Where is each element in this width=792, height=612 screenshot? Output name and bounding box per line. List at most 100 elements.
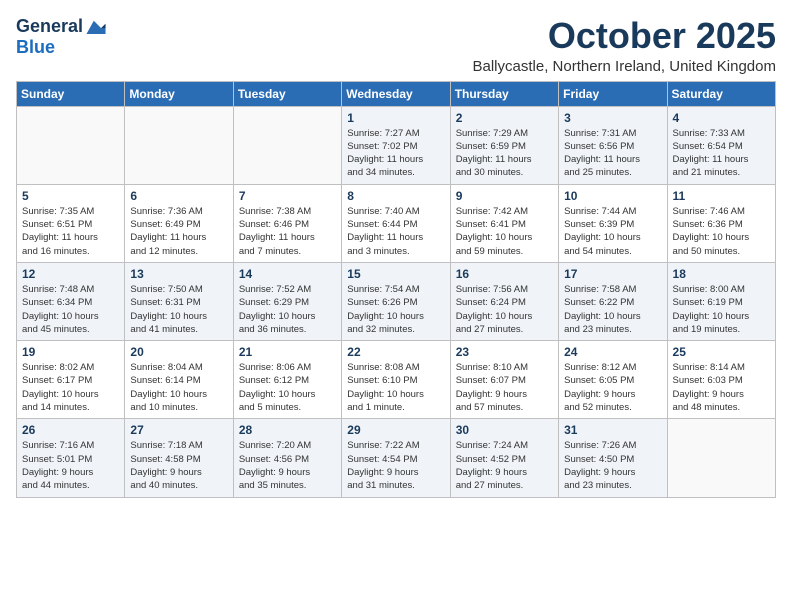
day-info-21: Sunrise: 8:06 AM Sunset: 6:12 PM Dayligh… (239, 361, 336, 414)
day-number-1: 1 (347, 111, 444, 125)
day-number-24: 24 (564, 345, 661, 359)
header-monday: Monday (125, 81, 233, 106)
day-number-23: 23 (456, 345, 553, 359)
calendar-cell-w2-d4: 8 Sunrise: 7:40 AM Sunset: 6:44 PM Daylig… (342, 184, 450, 262)
day-info-8: Sunrise: 7:40 AM Sunset: 6:44 PM Dayligh… (347, 205, 444, 258)
calendar-cell-w1-d6: 3 Sunrise: 7:31 AM Sunset: 6:56 PM Daylig… (559, 106, 667, 184)
day-info-20: Sunrise: 8:04 AM Sunset: 6:14 PM Dayligh… (130, 361, 227, 414)
logo-icon (85, 16, 107, 38)
day-info-14: Sunrise: 7:52 AM Sunset: 6:29 PM Dayligh… (239, 283, 336, 336)
day-number-16: 16 (456, 267, 553, 281)
day-info-9: Sunrise: 7:42 AM Sunset: 6:41 PM Dayligh… (456, 205, 553, 258)
day-number-21: 21 (239, 345, 336, 359)
day-number-26: 26 (22, 423, 119, 437)
day-number-10: 10 (564, 189, 661, 203)
calendar-cell-w5-d1: 26 Sunrise: 7:16 AM Sunset: 5:01 PM Dayli… (17, 419, 125, 497)
calendar-cell-w4-d1: 19Sunrise: 8:02 AM Sunset: 6:17 PM Dayli… (17, 341, 125, 419)
day-info-16: Sunrise: 7:56 AM Sunset: 6:24 PM Dayligh… (456, 283, 553, 336)
page-container: General Blue October 2025 Ballycastle, N… (16, 16, 776, 498)
day-info-31: Sunrise: 7:26 AM Sunset: 4:50 PM Dayligh… (564, 439, 661, 492)
day-number-3: 3 (564, 111, 661, 125)
day-number-27: 27 (130, 423, 227, 437)
logo: General Blue (16, 16, 107, 58)
calendar-cell-w5-d3: 28 Sunrise: 7:20 AM Sunset: 4:56 PM Dayli… (233, 419, 341, 497)
calendar-cell-w3-d5: 16 Sunrise: 7:56 AM Sunset: 6:24 PM Dayli… (450, 262, 558, 340)
calendar-cell-w1-d1 (17, 106, 125, 184)
calendar-cell-w2-d3: 7Sunrise: 7:38 AM Sunset: 6:46 PM Daylig… (233, 184, 341, 262)
calendar-cell-w2-d7: 11Sunrise: 7:46 AM Sunset: 6:36 PM Dayli… (667, 184, 775, 262)
calendar-cell-w4-d7: 25 Sunrise: 8:14 AM Sunset: 6:03 PM Dayli… (667, 341, 775, 419)
day-info-22: Sunrise: 8:08 AM Sunset: 6:10 PM Dayligh… (347, 361, 444, 414)
day-info-11: Sunrise: 7:46 AM Sunset: 6:36 PM Dayligh… (673, 205, 770, 258)
day-info-1: Sunrise: 7:27 AM Sunset: 7:02 PM Dayligh… (347, 127, 444, 180)
day-info-2: Sunrise: 7:29 AM Sunset: 6:59 PM Dayligh… (456, 127, 553, 180)
calendar-cell-w4-d2: 20 Sunrise: 8:04 AM Sunset: 6:14 PM Dayli… (125, 341, 233, 419)
day-info-4: Sunrise: 7:33 AM Sunset: 6:54 PM Dayligh… (673, 127, 770, 180)
calendar-cell-w4-d4: 22 Sunrise: 8:08 AM Sunset: 6:10 PM Dayli… (342, 341, 450, 419)
day-info-25: Sunrise: 8:14 AM Sunset: 6:03 PM Dayligh… (673, 361, 770, 414)
day-number-8: 8 (347, 189, 444, 203)
calendar-week-4: 19Sunrise: 8:02 AM Sunset: 6:17 PM Dayli… (17, 341, 776, 419)
day-info-28: Sunrise: 7:20 AM Sunset: 4:56 PM Dayligh… (239, 439, 336, 492)
header-tuesday: Tuesday (233, 81, 341, 106)
calendar-cell-w5-d6: 31 Sunrise: 7:26 AM Sunset: 4:50 PM Dayli… (559, 419, 667, 497)
day-number-31: 31 (564, 423, 661, 437)
day-info-10: Sunrise: 7:44 AM Sunset: 6:39 PM Dayligh… (564, 205, 661, 258)
day-number-20: 20 (130, 345, 227, 359)
day-number-28: 28 (239, 423, 336, 437)
calendar-cell-w1-d5: 2 Sunrise: 7:29 AM Sunset: 6:59 PM Daylig… (450, 106, 558, 184)
calendar-week-3: 12 Sunrise: 7:48 AM Sunset: 6:34 PM Dayli… (17, 262, 776, 340)
calendar-cell-w1-d7: 4 Sunrise: 7:33 AM Sunset: 6:54 PM Daylig… (667, 106, 775, 184)
day-number-5: 5 (22, 189, 119, 203)
day-number-18: 18 (673, 267, 770, 281)
calendar-cell-w3-d6: 17 Sunrise: 7:58 AM Sunset: 6:22 PM Dayli… (559, 262, 667, 340)
day-info-30: Sunrise: 7:24 AM Sunset: 4:52 PM Dayligh… (456, 439, 553, 492)
day-info-27: Sunrise: 7:18 AM Sunset: 4:58 PM Dayligh… (130, 439, 227, 492)
calendar-cell-w3-d3: 14 Sunrise: 7:52 AM Sunset: 6:29 PM Dayli… (233, 262, 341, 340)
calendar-cell-w5-d7 (667, 419, 775, 497)
day-number-2: 2 (456, 111, 553, 125)
calendar-cell-w2-d1: 5 Sunrise: 7:35 AM Sunset: 6:51 PM Daylig… (17, 184, 125, 262)
calendar-cell-w3-d4: 15 Sunrise: 7:54 AM Sunset: 6:26 PM Dayli… (342, 262, 450, 340)
calendar-week-1: 1 Sunrise: 7:27 AM Sunset: 7:02 PM Daylig… (17, 106, 776, 184)
header-saturday: Saturday (667, 81, 775, 106)
calendar-cell-w4-d3: 21 Sunrise: 8:06 AM Sunset: 6:12 PM Dayli… (233, 341, 341, 419)
calendar-cell-w4-d6: 24 Sunrise: 8:12 AM Sunset: 6:05 PM Dayli… (559, 341, 667, 419)
header-thursday: Thursday (450, 81, 558, 106)
calendar-cell-w3-d2: 13 Sunrise: 7:50 AM Sunset: 6:31 PM Dayli… (125, 262, 233, 340)
day-info-29: Sunrise: 7:22 AM Sunset: 4:54 PM Dayligh… (347, 439, 444, 492)
day-number-30: 30 (456, 423, 553, 437)
logo-general: General (16, 17, 83, 37)
day-info-12: Sunrise: 7:48 AM Sunset: 6:34 PM Dayligh… (22, 283, 119, 336)
calendar-cell-w5-d4: 29 Sunrise: 7:22 AM Sunset: 4:54 PM Dayli… (342, 419, 450, 497)
calendar-cell-w3-d1: 12 Sunrise: 7:48 AM Sunset: 6:34 PM Dayli… (17, 262, 125, 340)
day-info-26: Sunrise: 7:16 AM Sunset: 5:01 PM Dayligh… (22, 439, 119, 492)
header-wednesday: Wednesday (342, 81, 450, 106)
day-number-4: 4 (673, 111, 770, 125)
day-info-5: Sunrise: 7:35 AM Sunset: 6:51 PM Dayligh… (22, 205, 119, 258)
calendar-cell-w1-d4: 1 Sunrise: 7:27 AM Sunset: 7:02 PM Daylig… (342, 106, 450, 184)
day-info-6: Sunrise: 7:36 AM Sunset: 6:49 PM Dayligh… (130, 205, 227, 258)
day-info-13: Sunrise: 7:50 AM Sunset: 6:31 PM Dayligh… (130, 283, 227, 336)
calendar-table: Sunday Monday Tuesday Wednesday Thursday… (16, 81, 776, 498)
day-number-25: 25 (673, 345, 770, 359)
calendar-week-5: 26 Sunrise: 7:16 AM Sunset: 5:01 PM Dayli… (17, 419, 776, 497)
day-info-24: Sunrise: 8:12 AM Sunset: 6:05 PM Dayligh… (564, 361, 661, 414)
day-number-17: 17 (564, 267, 661, 281)
day-number-15: 15 (347, 267, 444, 281)
location-subtitle: Ballycastle, Northern Ireland, United Ki… (107, 58, 776, 75)
day-number-9: 9 (456, 189, 553, 203)
day-info-23: Sunrise: 8:10 AM Sunset: 6:07 PM Dayligh… (456, 361, 553, 414)
day-number-22: 22 (347, 345, 444, 359)
day-number-13: 13 (130, 267, 227, 281)
day-number-12: 12 (22, 267, 119, 281)
header-friday: Friday (559, 81, 667, 106)
day-number-14: 14 (239, 267, 336, 281)
day-info-3: Sunrise: 7:31 AM Sunset: 6:56 PM Dayligh… (564, 127, 661, 180)
calendar-cell-w3-d7: 18Sunrise: 8:00 AM Sunset: 6:19 PM Dayli… (667, 262, 775, 340)
day-info-17: Sunrise: 7:58 AM Sunset: 6:22 PM Dayligh… (564, 283, 661, 336)
day-number-6: 6 (130, 189, 227, 203)
day-number-29: 29 (347, 423, 444, 437)
day-info-15: Sunrise: 7:54 AM Sunset: 6:26 PM Dayligh… (347, 283, 444, 336)
calendar-week-2: 5 Sunrise: 7:35 AM Sunset: 6:51 PM Daylig… (17, 184, 776, 262)
